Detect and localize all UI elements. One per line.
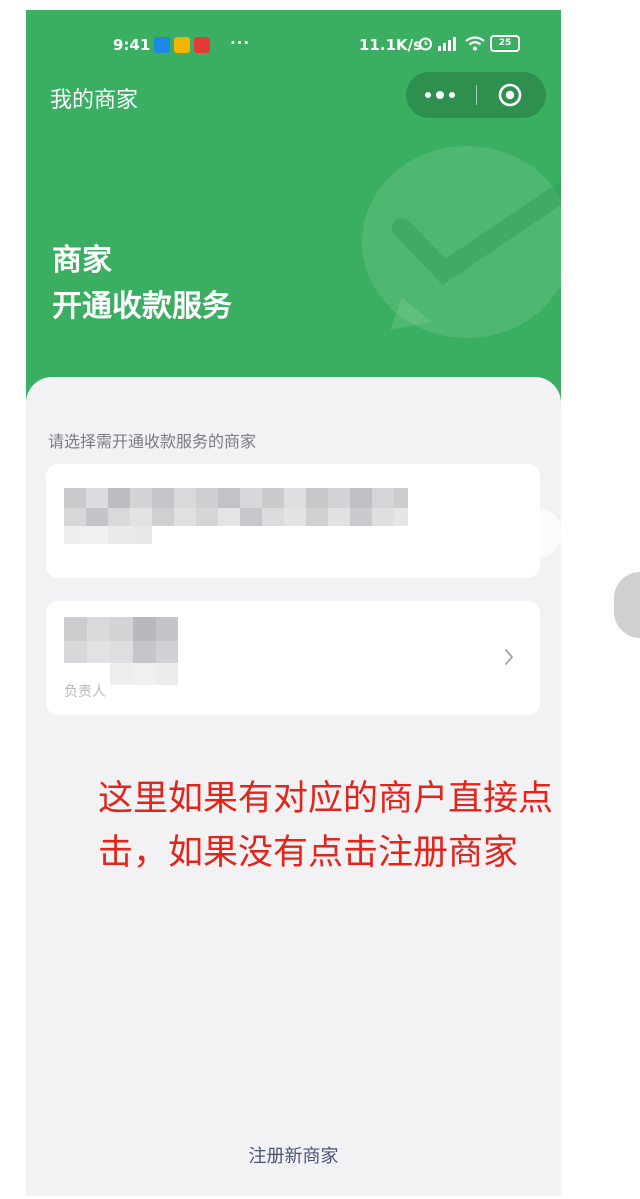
- target-icon[interactable]: [498, 83, 522, 107]
- more-dots-icon[interactable]: [406, 72, 474, 118]
- status-app-icons: [154, 37, 210, 53]
- register-merchant-link[interactable]: 注册新商家: [26, 1142, 561, 1168]
- chevron-right-icon: [505, 649, 513, 665]
- hero-line-2: 开通收款服务: [52, 289, 232, 324]
- merchant-card-1[interactable]: [46, 464, 540, 578]
- hero-line-1: 商家: [52, 243, 112, 278]
- edge-scroll-handle[interactable]: [614, 572, 640, 638]
- phone-screen: 9:41 ··· 11.1K/s 25 我的商家 商家 开通收款服务 请选择需开…: [26, 10, 561, 1196]
- status-bar: 9:41 ··· 11.1K/s 25: [26, 34, 561, 60]
- signal-icon: [438, 36, 456, 51]
- mini-program-capsule: [406, 72, 546, 118]
- select-merchant-hint: 请选择需开通收款服务的商家: [48, 432, 257, 451]
- battery-icon: 25: [490, 35, 520, 52]
- green-header: 9:41 ··· 11.1K/s 25 我的商家 商家 开通收款服务: [26, 10, 561, 420]
- annotation-line-1: 这里如果有对应的商户直接点: [98, 779, 554, 819]
- app-icon-yellow: [174, 37, 190, 53]
- status-time: 9:41: [113, 36, 151, 54]
- net-speed: 11.1K/s: [359, 36, 423, 54]
- wechat-pay-watermark-icon: [362, 146, 561, 338]
- status-icons: 25: [418, 35, 520, 52]
- alarm-icon: [419, 37, 432, 51]
- floating-button-shadow: [502, 508, 562, 558]
- hero-heading: 商家 开通收款服务: [52, 238, 232, 330]
- merchant-role-label: 负责人: [64, 684, 106, 700]
- status-more-dots: ···: [230, 34, 251, 52]
- app-icon-blue: [154, 37, 170, 53]
- nav-title: 我的商家: [50, 88, 139, 113]
- capsule-divider: [476, 85, 477, 105]
- merchant-card-2[interactable]: 负责人: [46, 601, 540, 715]
- register-merchant-label: 注册新商家: [248, 1146, 339, 1167]
- app-icon-red: [194, 37, 210, 53]
- wifi-icon: [465, 36, 485, 51]
- annotation-line-2: 击，如果没有点击注册商家: [98, 833, 519, 873]
- red-annotation: 这里如果有对应的商户直接点 击，如果没有点击注册商家: [98, 772, 638, 880]
